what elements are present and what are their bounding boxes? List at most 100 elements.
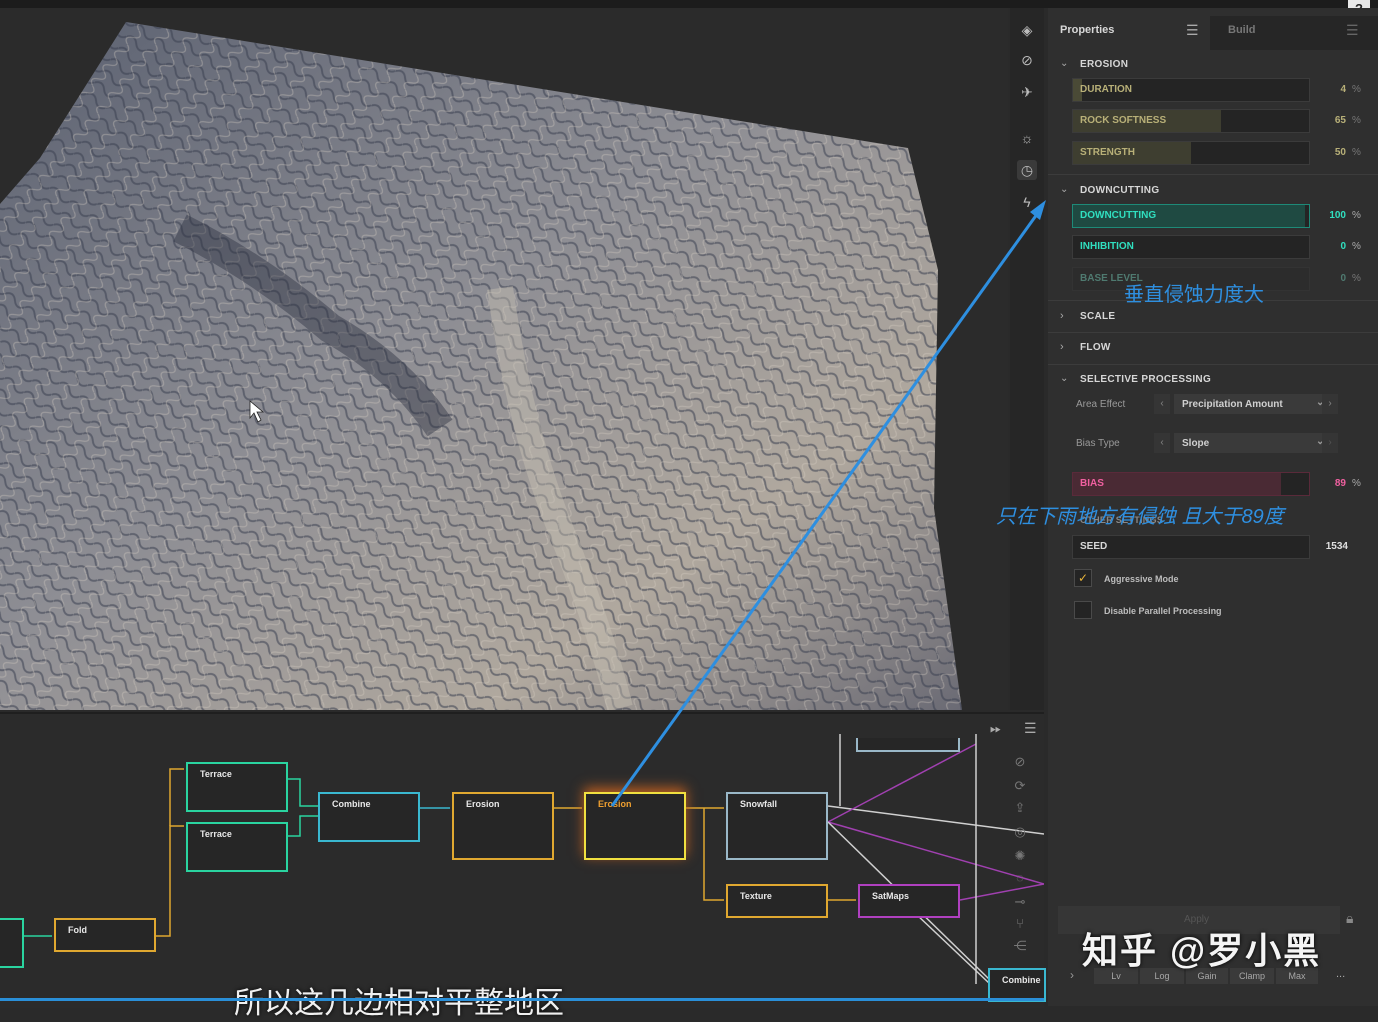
node-title: Combine [332, 799, 371, 809]
node-title: Terrace [200, 829, 232, 839]
terrain-viewport[interactable] [0, 8, 1008, 710]
target-icon[interactable]: ◎ [1010, 824, 1030, 840]
tab-properties[interactable]: Properties ☰ [1048, 16, 1210, 50]
bias-type-select[interactable]: Slope ⌄ [1174, 433, 1332, 453]
area-effect-select[interactable]: Precipitation Amount ⌄ [1174, 394, 1332, 414]
slider-label: DOWNCUTTING [1080, 210, 1157, 221]
area-effect-prev-button[interactable]: ‹ [1154, 394, 1170, 414]
chevron-right-icon[interactable]: › [1070, 968, 1074, 982]
bias-type-prev-button[interactable]: ‹ [1154, 433, 1170, 453]
base-level-value[interactable]: 0 [1310, 273, 1346, 284]
slider-bias[interactable]: BIAS [1072, 472, 1310, 496]
section-flow-title[interactable]: FLOW [1080, 342, 1111, 353]
chevron-right-icon[interactable]: › [1060, 341, 1064, 353]
viewport-toolbar: ◈ ⊘ ✈ ☼ ◷ ϟ [1010, 8, 1044, 710]
slider-label: BIAS [1080, 478, 1104, 489]
more-button[interactable]: ... [1336, 968, 1345, 980]
node-erosion-2-selected[interactable]: Erosion [584, 792, 686, 860]
area-effect-label: Area Effect [1076, 399, 1126, 410]
gauge-icon[interactable]: ◷ [1017, 160, 1037, 180]
section-selective-title[interactable]: SELECTIVE PROCESSING [1080, 374, 1211, 385]
node-wires [22, 734, 1044, 985]
node-erosion-1[interactable]: Erosion [452, 792, 554, 860]
downcutting-value[interactable]: 100 [1310, 210, 1346, 221]
node-title: Snowfall [740, 799, 778, 809]
top-bar [0, 0, 1378, 8]
disable-icon[interactable]: ⊘ [1010, 754, 1030, 770]
node-combine-2[interactable]: Combine [988, 968, 1046, 1002]
percent-unit: % [1352, 147, 1361, 158]
node-snowfall[interactable]: Snowfall [726, 792, 828, 860]
chevron-down-icon[interactable]: ⌄ [1060, 373, 1068, 384]
chevron-down-icon[interactable]: ⌄ [1060, 184, 1068, 195]
bias-type-next-button[interactable]: › [1322, 433, 1338, 453]
slider-inhibition[interactable]: INHIBITION [1072, 235, 1310, 259]
progress-bar [0, 998, 1044, 1001]
chevron-down-icon[interactable]: ⌄ [1060, 58, 1068, 69]
tab-build[interactable]: Build [1228, 24, 1256, 36]
seed-value[interactable]: 1534 [1312, 541, 1348, 552]
orbit-icon[interactable]: ◌ [1010, 870, 1030, 885]
lock-icon[interactable]: 🔒︎ [1346, 910, 1353, 927]
export-icon[interactable]: ⇪ [1010, 800, 1030, 816]
percent-unit: % [1352, 273, 1361, 284]
node-terrace-1[interactable]: Terrace [186, 762, 288, 812]
slider-label: STRENGTH [1080, 147, 1135, 158]
divider [1048, 332, 1378, 333]
node-title: Erosion [466, 799, 500, 809]
chevron-right-icon[interactable]: › [1060, 310, 1064, 322]
menu-icon[interactable]: ☰ [1186, 22, 1199, 39]
key-icon[interactable]: ⊸ [1010, 894, 1030, 910]
slider-label: DURATION [1080, 84, 1133, 95]
seed-field[interactable]: SEED [1072, 535, 1310, 559]
percent-unit: % [1352, 115, 1361, 126]
node-texture[interactable]: Texture [726, 884, 828, 918]
slider-fill [1073, 473, 1281, 495]
tab-properties-label: Properties [1060, 24, 1115, 36]
lightning-icon[interactable]: ϟ [1017, 192, 1037, 212]
spark-icon[interactable]: ✺ [1010, 848, 1030, 864]
aggressive-mode-checkbox[interactable]: ✓ [1074, 569, 1092, 587]
terrain-render [0, 22, 962, 710]
area-effect-selected: Precipitation Amount [1182, 399, 1283, 410]
3d-view-icon[interactable]: ◈ [1017, 20, 1037, 40]
percent-unit: % [1352, 84, 1361, 95]
refresh-icon[interactable]: ⟳ [1010, 778, 1030, 794]
section-erosion-title[interactable]: EROSION [1080, 59, 1128, 70]
area-effect-next-button[interactable]: › [1322, 394, 1338, 414]
slider-label: ROCK SOFTNESS [1080, 115, 1167, 126]
node-terrace-2[interactable]: Terrace [186, 822, 288, 872]
slider-downcutting[interactable]: DOWNCUTTING [1072, 204, 1310, 228]
section-downcutting-title[interactable]: DOWNCUTTING [1080, 185, 1159, 196]
rock-softness-value[interactable]: 65 [1310, 115, 1346, 126]
graph-node-partial[interactable] [856, 738, 960, 752]
graph-node-partial[interactable] [0, 918, 24, 968]
node-graph[interactable]: ⏩︎ ☰ Fold Terrace Terrace Combine Erosio… [0, 712, 1046, 1008]
divider [1048, 174, 1378, 175]
inhibition-value[interactable]: 0 [1310, 241, 1346, 252]
disable-parallel-checkbox[interactable] [1074, 601, 1092, 619]
section-scale-title[interactable]: SCALE [1080, 311, 1115, 322]
build-menu-icon[interactable]: ☰ [1346, 22, 1359, 39]
branch-icon[interactable]: ⑂ [1010, 916, 1030, 931]
bias-annotation: 只在下雨地方有侵蚀 且大于89度 [996, 506, 1284, 528]
bias-value[interactable]: 89 [1310, 478, 1346, 489]
node-title: Fold [68, 925, 87, 935]
node-title: Terrace [200, 769, 232, 779]
slider-strength[interactable]: STRENGTH [1072, 141, 1310, 165]
node-satmaps[interactable]: SatMaps [858, 884, 960, 918]
merge-icon[interactable]: ⋲ [1010, 938, 1030, 954]
bias-type-label: Bias Type [1076, 438, 1120, 449]
watermark: 知乎 @罗小黑 [1082, 930, 1322, 971]
node-fold[interactable]: Fold [54, 918, 156, 952]
node-combine-1[interactable]: Combine [318, 792, 420, 842]
panel-tabs: Properties ☰ Build ☰ [1048, 16, 1378, 50]
duration-value[interactable]: 4 [1310, 84, 1346, 95]
strength-value[interactable]: 50 [1310, 147, 1346, 158]
compass-icon[interactable]: ⊘ [1017, 50, 1037, 70]
satellite-icon[interactable]: ✈ [1017, 82, 1037, 102]
node-title: Combine [1002, 975, 1041, 985]
slider-duration[interactable]: DURATION [1072, 78, 1310, 102]
sun-icon[interactable]: ☼ [1017, 128, 1037, 148]
slider-rock-softness[interactable]: ROCK SOFTNESS [1072, 109, 1310, 133]
